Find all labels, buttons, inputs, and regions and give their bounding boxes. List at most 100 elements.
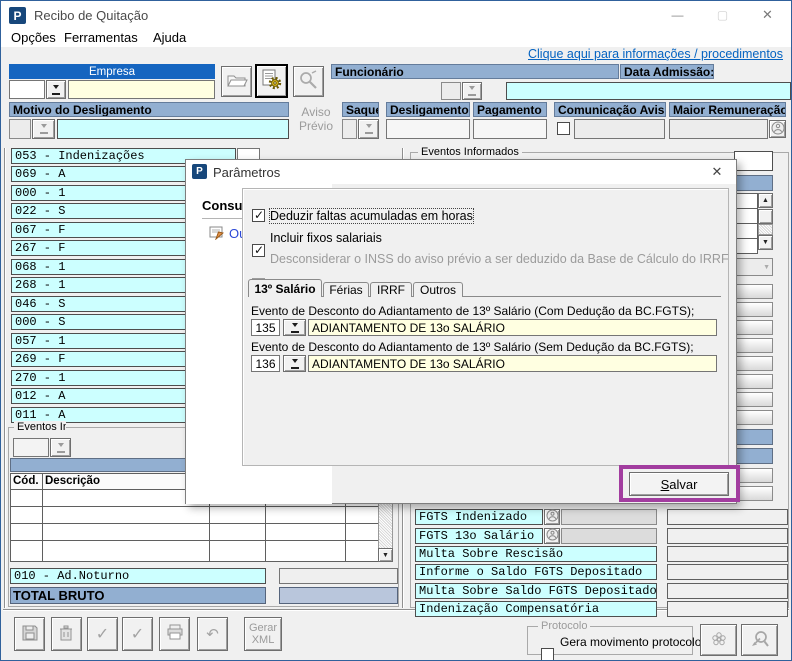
evento-sem-deducao-code[interactable]: 136 — [251, 355, 280, 372]
right-top-field[interactable] — [734, 151, 773, 171]
check-icon: ✓ — [96, 624, 109, 644]
table-cell — [209, 506, 266, 524]
table-cell — [10, 540, 43, 562]
ad-noturno-field[interactable]: 010 - Ad.Noturno — [10, 568, 266, 584]
ad-noturno-value-field[interactable] — [279, 568, 398, 584]
funcionario-code-field[interactable] — [441, 82, 461, 100]
delete-button[interactable] — [51, 617, 82, 651]
tab-13-salario[interactable]: 13º Salário — [248, 279, 322, 297]
indenizacao-compensatoria-label: Indenização Compensatória — [415, 601, 657, 617]
print-button[interactable] — [159, 617, 190, 651]
app-window: P Recibo de Quitação — ▢ ✕ Opções Ferram… — [0, 0, 792, 661]
confirm-all-button[interactable]: ✓ — [122, 617, 153, 651]
confirm-button[interactable]: ✓ — [87, 617, 118, 651]
signature-search-button[interactable] — [741, 624, 778, 656]
mini-list-cell — [734, 208, 758, 224]
comunicacao-aviso-checkbox[interactable] — [557, 122, 570, 135]
comunicacao-aviso-field[interactable] — [574, 119, 665, 139]
search-icon — [298, 70, 319, 94]
evento-com-deducao-dropdown[interactable] — [283, 319, 306, 336]
left-evento-code-field[interactable] — [13, 438, 49, 457]
undo-button[interactable]: ↶ — [197, 617, 228, 651]
person-info-icon — [546, 528, 559, 544]
save-button[interactable] — [14, 617, 45, 651]
saldo-fgts-value[interactable] — [667, 564, 788, 580]
table-cell — [345, 540, 379, 562]
stamp-button[interactable] — [700, 624, 737, 656]
mini-list-cell — [734, 238, 758, 254]
maximize-button[interactable]: ▢ — [701, 1, 744, 29]
maior-remuneracao-field[interactable] — [669, 119, 768, 139]
value-strip-field — [734, 410, 773, 425]
right-disabled-combo[interactable]: ▼ — [734, 258, 773, 276]
mini-scrollbar-track[interactable] — [758, 224, 773, 235]
indenizacao-compensatoria-value[interactable] — [667, 601, 788, 617]
fgts-indenizado-info-button[interactable] — [544, 509, 560, 525]
funcionario-dropdown-button[interactable] — [462, 82, 482, 100]
mini-scroll-up-button[interactable]: ▲ — [758, 193, 773, 208]
multa-saldo-value[interactable] — [667, 583, 788, 599]
table-scroll-down-button[interactable]: ▼ — [378, 548, 393, 562]
table-cell — [42, 523, 210, 541]
mini-scroll-down-button[interactable]: ▼ — [758, 235, 773, 250]
floppy-icon — [21, 624, 39, 645]
evento-sem-deducao-value[interactable]: ADIANTAMENTO DE 13o SALÁRIO — [308, 355, 717, 372]
value-strip-field — [734, 302, 773, 317]
blue-strip-row — [734, 429, 773, 445]
pagamento-date-field[interactable] — [473, 119, 547, 139]
table-cell — [10, 523, 43, 541]
tab-irrf[interactable]: IRRF — [370, 282, 412, 297]
saque-dropdown-button[interactable] — [358, 119, 379, 139]
tab-outros[interactable]: Outros — [413, 282, 463, 297]
process-button[interactable] — [255, 64, 288, 98]
empresa-code-field[interactable] — [9, 80, 45, 99]
saque-code-field[interactable] — [342, 119, 357, 139]
search-employee-button[interactable] — [293, 66, 324, 97]
value-strip-field — [734, 284, 773, 299]
incluir-fixos-checkbox[interactable] — [252, 244, 265, 257]
menu-opcoes[interactable]: Opções — [11, 30, 56, 45]
evento-sem-deducao-dropdown[interactable] — [283, 355, 306, 372]
flower-icon — [710, 630, 728, 651]
multa-saldo-label: Multa Sobre Saldo FGTS Depositado — [415, 583, 657, 599]
gerar-xml-button[interactable]: Gerar XML — [244, 617, 282, 651]
salvar-button[interactable]: Salvar — [629, 472, 729, 496]
value-strip-field — [734, 392, 773, 407]
deduzir-faltas-checkbox[interactable] — [252, 209, 265, 222]
table-cell — [42, 540, 210, 562]
fgts-13-info-button[interactable] — [544, 528, 560, 544]
close-button[interactable]: ✕ — [746, 1, 789, 29]
info-procedures-link[interactable]: Clique aqui para informações / procedime… — [528, 47, 783, 61]
undo-icon: ↶ — [206, 625, 219, 643]
col-header-cod: Cód. — [10, 473, 43, 490]
funcionario-name-field[interactable] — [506, 82, 791, 100]
outros-operadores-icon — [209, 225, 224, 243]
dialog-close-button[interactable]: ✕ — [704, 162, 730, 182]
multa-rescisao-value[interactable] — [667, 546, 788, 562]
fgts-indenizado-value[interactable] — [667, 509, 788, 525]
comunicacao-aviso-header: Comunicação Aviso — [554, 102, 666, 117]
evento-sem-deducao-label: Evento de Desconto do Adiantamento de 13… — [251, 340, 694, 354]
evento-com-deducao-code[interactable]: 135 — [251, 319, 280, 336]
maior-remuneracao-info-button[interactable] — [769, 120, 786, 138]
minimize-button[interactable]: — — [656, 1, 699, 29]
open-folder-button[interactable] — [221, 66, 252, 97]
menu-ajuda[interactable]: Ajuda — [153, 30, 186, 45]
fgts-13-value[interactable] — [667, 528, 788, 544]
table-cell — [10, 506, 43, 524]
trash-icon — [58, 624, 75, 645]
motivo-field[interactable] — [57, 119, 289, 139]
motivo-code-field[interactable] — [9, 119, 31, 139]
empresa-name-field[interactable] — [68, 80, 215, 99]
menu-ferramentas[interactable]: Ferramentas — [64, 30, 138, 45]
mini-scrollbar-thumb[interactable] — [758, 209, 773, 224]
desligamento-date-field[interactable] — [386, 119, 470, 139]
motivo-dropdown-button[interactable] — [32, 119, 55, 139]
left-evento-dropdown-button[interactable] — [50, 438, 71, 457]
empresa-dropdown-button[interactable] — [46, 80, 66, 99]
motivo-desligamento-header: Motivo do Desligamento — [9, 102, 289, 117]
gera-movimento-protocolo-checkbox[interactable] — [541, 648, 554, 661]
evento-com-deducao-value[interactable]: ADIANTAMENTO DE 13o SALÁRIO — [308, 319, 717, 336]
deduzir-faltas-label: Deduzir faltas acumuladas em horas — [270, 209, 473, 223]
tab-ferias[interactable]: Férias — [323, 282, 369, 297]
